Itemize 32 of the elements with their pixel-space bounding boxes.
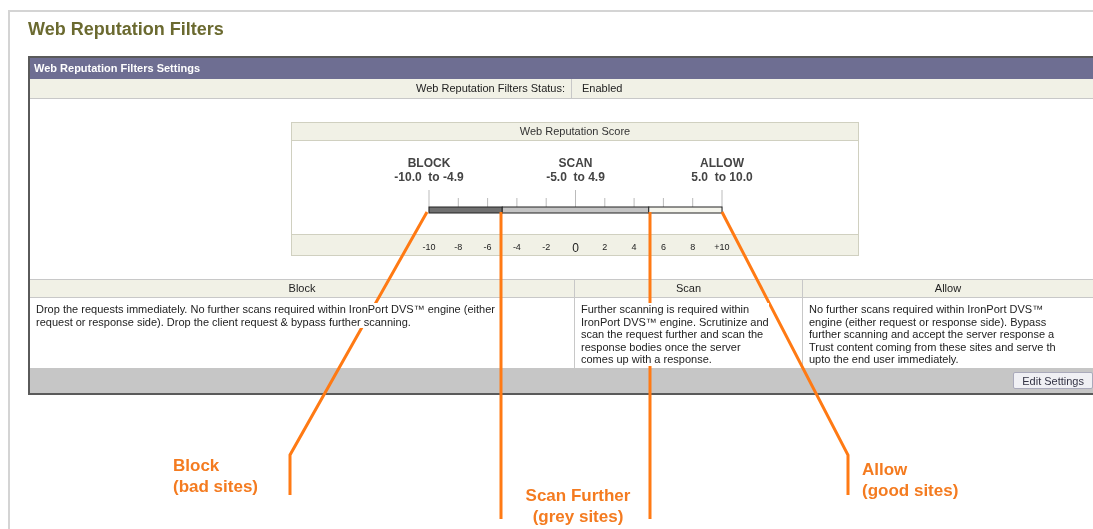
column-header: Allow: [934, 281, 962, 297]
range-values: -10.0 to -4.9: [394, 170, 464, 185]
range-values: 5.0 to 10.0: [691, 170, 753, 185]
tick-label: -8: [453, 241, 464, 254]
annotation-label: Allow (good sites): [862, 459, 959, 501]
range-name: ALLOW: [700, 156, 744, 170]
tick-label: -2: [541, 241, 552, 254]
tick-label: 0: [571, 240, 580, 257]
column-description: Drop the requests immediately. No further scans required within IronPort DVS™ engine (either request or response side). Drop the client request & bypass further scanning.: [36, 303, 495, 328]
tick-label: 2: [601, 241, 609, 254]
column-header: Scan: [675, 281, 702, 297]
annotation-label: Block (bad sites): [173, 455, 259, 497]
status-value: Enabled: [582, 81, 623, 97]
tick-label: -6: [482, 241, 493, 254]
column-header: Block: [288, 281, 316, 297]
tick-label: +10: [713, 241, 731, 254]
annotation-label: Scan Further (grey sites): [524, 485, 632, 527]
column-description: No further scans required within IronPort DVS™ engine (either request or response side). Bypass further scanning and accept the server response a Trust content coming from these sites and serve th upto the end user immediately.: [809, 303, 1056, 366]
range-name: SCAN: [558, 156, 593, 170]
range-values: -5.0 to 4.9: [546, 170, 605, 185]
tick-label: 8: [689, 241, 697, 254]
tick-label: -4: [511, 241, 522, 254]
tick-label: -10: [421, 241, 437, 254]
edit-settings-button[interactable]: Edit Settings: [1013, 372, 1093, 389]
column-description: Further scanning is required within IronPort DVS™ engine. Scrutinize and scan the request further and scan the response bodies once the server comes up with a response.: [581, 303, 769, 366]
tick-label: 6: [659, 241, 667, 254]
score-title: Web Reputation Score: [519, 124, 631, 140]
range-name: BLOCK: [407, 156, 451, 170]
status-label: Web Reputation Filters Status:: [416, 81, 565, 97]
page-title: Web Reputation Filters: [28, 18, 225, 41]
panel-title: Web Reputation Filters Settings: [34, 61, 201, 77]
tick-label: 4: [630, 241, 638, 254]
